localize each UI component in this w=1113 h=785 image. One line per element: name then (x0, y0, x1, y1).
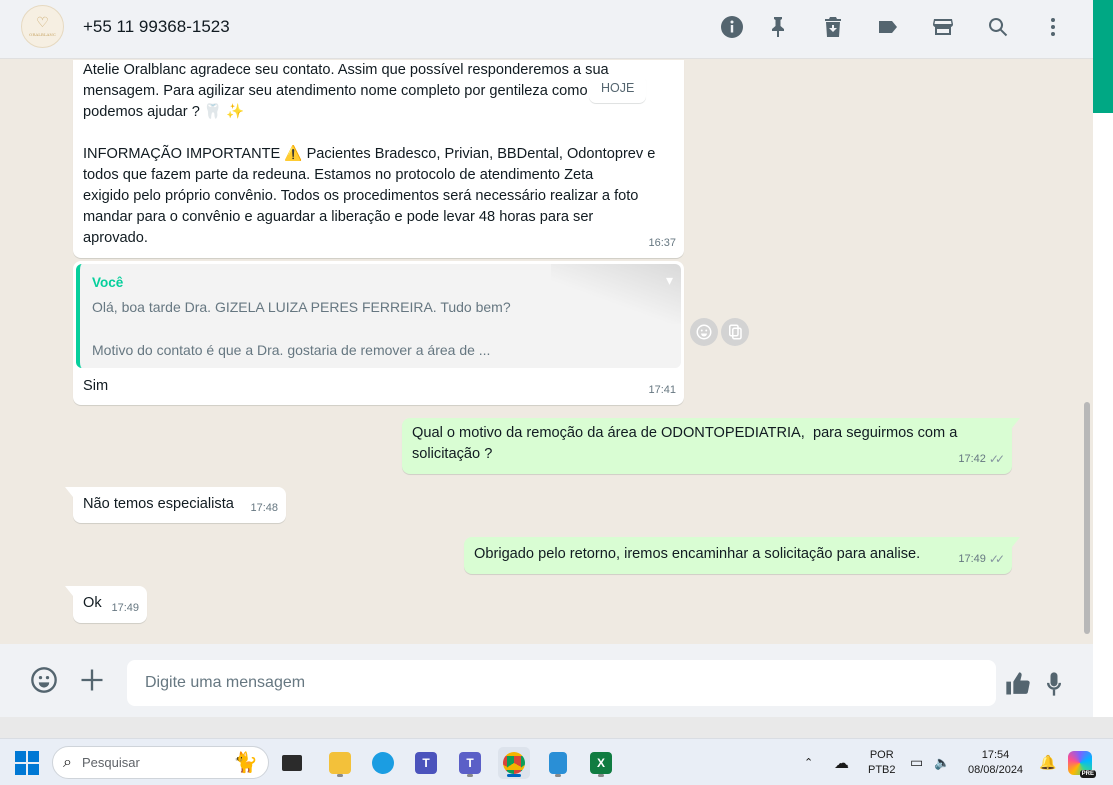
window-edge (1093, 113, 1113, 738)
store-icon[interactable] (930, 14, 956, 40)
menu-icon[interactable] (1040, 14, 1066, 40)
emoji-icon[interactable] (29, 665, 59, 695)
emoji-react-icon[interactable] (690, 318, 718, 346)
message-text: Ok (83, 595, 102, 611)
clock-date: 08/08/2024 (968, 763, 1024, 776)
cat-icon: 🐈 (233, 752, 258, 774)
message-text: Obrigado pelo retorno, iremos encaminhar… (474, 546, 921, 562)
quote-shade (551, 264, 681, 324)
message-time: 17:41 (648, 384, 676, 396)
search-icon: ⌕ (63, 753, 72, 771)
bubble-tail (65, 586, 73, 596)
message-composer (0, 644, 1093, 717)
date-divider: HOJE (589, 74, 647, 103)
edge-icon[interactable] (367, 747, 399, 779)
cloud-offline-icon[interactable]: ☁ (834, 739, 849, 785)
search-icon[interactable] (985, 14, 1011, 40)
message-text: Não temos especialista (83, 496, 234, 512)
label-icon[interactable] (875, 14, 901, 40)
tooth-logo-icon: ♡ (36, 15, 49, 31)
info-icon[interactable] (719, 14, 745, 40)
microphone-icon[interactable] (1039, 669, 1069, 699)
message-time: 17:49 (958, 553, 986, 565)
message-list[interactable]: Atelie Oralblanc agradece seu contato. A… (0, 60, 1093, 644)
excel-icon[interactable]: X (585, 747, 617, 779)
message-time: 17:49 (111, 602, 139, 614)
network-icon[interactable]: ▭ (910, 739, 923, 785)
notification-bell-icon[interactable]: 🔔 (1039, 739, 1056, 785)
message-meta: 17:49 ✓✓ (958, 549, 1005, 570)
keyboard-layout: PTB2 (868, 763, 896, 776)
contact-avatar[interactable]: ♡ ORALBLANC (21, 5, 64, 48)
language-indicator[interactable]: POR PTB2 (868, 739, 896, 785)
scrollbar-thumb[interactable] (1084, 402, 1090, 634)
windows-taskbar: ⌕ Pesquisar 🐈 T T X ⌃ ☁ POR PTB2 ▭ 🔈 17:… (0, 738, 1113, 785)
notepad-icon[interactable] (542, 747, 574, 779)
chat-scrollbar[interactable] (1083, 62, 1091, 640)
pin-icon[interactable] (765, 14, 791, 40)
avatar-text: ORALBLANC (29, 32, 56, 37)
copilot-badge: PRE (1079, 769, 1096, 778)
clock[interactable]: 17:54 08/08/2024 (968, 739, 1023, 785)
message-time: 17:42 (958, 453, 986, 465)
bubble-tail (1012, 418, 1020, 428)
message-incoming-1[interactable]: Atelie Oralblanc agradece seu contato. A… (73, 60, 684, 258)
forward-icon[interactable] (721, 318, 749, 346)
chevron-down-icon[interactable]: ▾ (666, 270, 673, 291)
thumbs-up-icon[interactable] (1003, 669, 1033, 699)
copilot-icon[interactable]: PRE (1068, 739, 1096, 785)
taskbar-search-label: Pesquisar (81, 755, 140, 770)
read-ticks-icon: ✓✓ (988, 552, 1005, 566)
chat-header: ♡ ORALBLANC +55 11 99368-1523 (0, 0, 1093, 59)
message-outgoing-1[interactable]: Qual o motivo da remoção da área de ODON… (402, 418, 1020, 474)
language-code: POR (869, 748, 894, 761)
teams-work-icon[interactable]: T (454, 747, 486, 779)
file-explorer-icon[interactable] (324, 747, 356, 779)
clock-time: 17:54 (981, 748, 1010, 761)
volume-icon[interactable]: 🔈 (934, 739, 950, 785)
taskbar-search[interactable]: ⌕ Pesquisar 🐈 (52, 746, 269, 779)
show-hidden-icons[interactable]: ⌃ (804, 739, 813, 785)
bubble-tail (1012, 537, 1020, 547)
contact-name[interactable]: +55 11 99368-1523 (83, 17, 230, 37)
task-view-icon[interactable] (276, 747, 308, 779)
bubble-tail (65, 487, 73, 497)
message-text: Atelie Oralblanc agradece seu contato. A… (83, 62, 656, 246)
chrome-icon[interactable] (498, 747, 530, 779)
windows-start-icon[interactable] (15, 751, 39, 775)
message-text: Qual o motivo da remoção da área de ODON… (412, 425, 958, 462)
message-time: 17:48 (250, 502, 278, 514)
message-incoming-3[interactable]: Não temos especialista 17:48 (65, 487, 286, 523)
message-input[interactable] (127, 660, 996, 706)
teams-icon[interactable]: T (410, 747, 442, 779)
message-time: 16:37 (648, 237, 676, 249)
quote-line-2: Motivo do contato é que a Dra. gostaria … (92, 342, 491, 358)
message-incoming-4[interactable]: Ok 17:49 (65, 586, 147, 623)
read-ticks-icon: ✓✓ (988, 452, 1005, 466)
window-bottom-edge (0, 717, 1113, 738)
message-meta: 17:42 ✓✓ (958, 449, 1005, 470)
quoted-message[interactable]: Você Olá, boa tarde Dra. GIZELA LUIZA PE… (76, 264, 681, 368)
attach-plus-icon[interactable] (77, 665, 107, 695)
message-outgoing-2[interactable]: Obrigado pelo retorno, iremos encaminhar… (464, 537, 1020, 574)
message-text: Sim (83, 378, 109, 394)
window-accent-strip (1093, 0, 1113, 113)
message-incoming-2[interactable]: Você Olá, boa tarde Dra. GIZELA LUIZA PE… (73, 261, 684, 405)
delete-icon[interactable] (820, 14, 846, 40)
